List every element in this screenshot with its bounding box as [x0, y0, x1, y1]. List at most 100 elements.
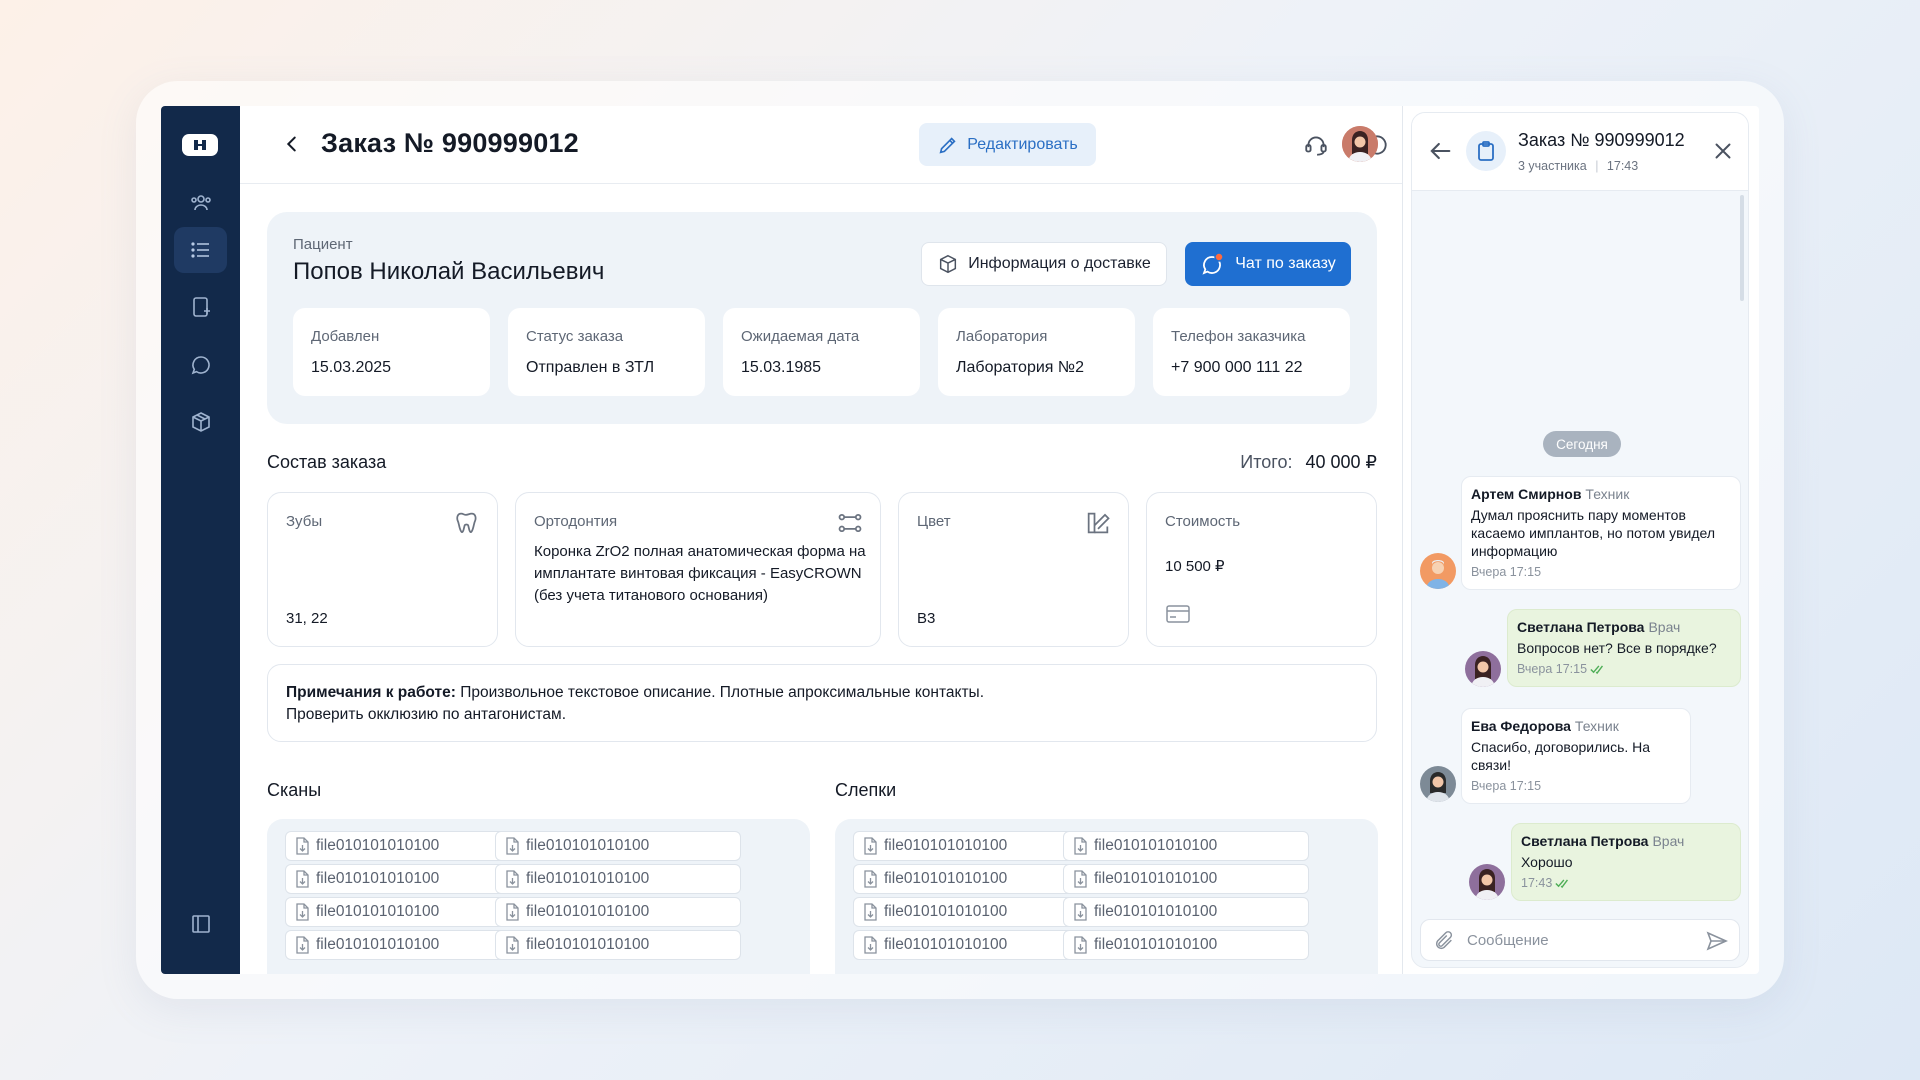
sidebar	[161, 106, 240, 974]
info-label: Ожидаемая дата	[741, 328, 860, 345]
avatar	[1420, 766, 1456, 802]
message-text: Спасибо, договорились. На связи!	[1471, 739, 1651, 773]
casts-files: file010101010100 file010101010100 file0101…	[835, 819, 1378, 974]
work-notes: Примечания к работе: Произвольное тексто…	[267, 664, 1377, 742]
file-item[interactable]: file010101010100	[495, 831, 741, 861]
color-value: B3	[917, 610, 936, 627]
nav-new-order-icon[interactable]	[174, 284, 227, 330]
teeth-value: 31, 22	[286, 610, 328, 627]
attachment-icon[interactable]	[1433, 930, 1455, 952]
message-composer: Сообщение	[1420, 919, 1740, 961]
order-total: Итого: 40 000 ₽	[1240, 452, 1377, 473]
chat-panel: Заказ № 990999012 3 участника | 17:43 Се…	[1411, 112, 1749, 968]
main-content: Заказ № 990999012 Редактировать Пациент …	[240, 106, 1402, 974]
collapse-sidebar-icon[interactable]	[174, 901, 227, 947]
message-role: Врач	[1648, 619, 1681, 635]
file-name: file010101010100	[316, 936, 440, 953]
file-name: file010101010100	[316, 903, 440, 920]
cost-card: Стоимость 10 500 ₽	[1146, 492, 1377, 647]
file-download-icon	[1074, 837, 1087, 855]
color-card: Цвет B3	[898, 492, 1129, 647]
file-download-icon	[296, 870, 309, 888]
user-avatar[interactable]	[1342, 126, 1378, 162]
file-download-icon	[1074, 903, 1087, 921]
message-input[interactable]: Сообщение	[1467, 932, 1549, 949]
info-label: Добавлен	[311, 328, 380, 345]
file-name: file010101010100	[884, 870, 1008, 887]
chat-scrollbar[interactable]	[1740, 195, 1744, 301]
info-added: Добавлен 15.03.2025	[293, 308, 490, 396]
pencil-icon	[939, 136, 956, 153]
order-chat-label: Чат по заказу	[1235, 255, 1336, 272]
ortho-label: Ортодонтия	[534, 513, 618, 530]
panel-divider	[1402, 106, 1403, 974]
file-item[interactable]: file010101010100	[495, 864, 741, 894]
casts-title: Слепки	[835, 780, 897, 800]
message-text: Думал прояснить пару моментов касаемо им…	[1471, 507, 1716, 559]
back-icon[interactable]	[278, 130, 306, 158]
double-check-icon	[1590, 664, 1604, 674]
file-item[interactable]: file010101010100	[1063, 897, 1309, 927]
edit-button-label: Редактировать	[967, 135, 1078, 153]
file-name: file010101010100	[316, 870, 440, 887]
file-download-icon	[864, 936, 877, 954]
file-download-icon	[296, 936, 309, 954]
file-download-icon	[506, 837, 519, 855]
clipboard-icon	[1466, 131, 1506, 171]
message-time: Вчера 17:15	[1471, 779, 1542, 793]
file-item[interactable]: file010101010100	[495, 930, 741, 960]
file-name: file010101010100	[526, 936, 650, 953]
message-text: Вопросов нет? Все в порядке?	[1517, 640, 1717, 656]
chat-time: 17:43	[1606, 159, 1639, 173]
nav-patients-icon[interactable]	[174, 180, 227, 226]
file-download-icon	[296, 903, 309, 921]
tooth-icon	[456, 512, 477, 533]
patient-card: Пациент Попов Николай Васильевич Информа…	[267, 212, 1377, 424]
double-check-icon	[1555, 878, 1569, 888]
info-label: Телефон заказчика	[1171, 328, 1306, 345]
file-name: file010101010100	[526, 903, 650, 920]
info-laboratory: Лаборатория Лаборатория №2	[938, 308, 1135, 396]
info-value: 15.03.2025	[311, 359, 392, 376]
message-time: Вчера 17:15	[1517, 662, 1588, 676]
nav-chat-icon[interactable]	[174, 342, 227, 388]
info-phone: Телефон заказчика +7 900 000 111 22	[1153, 308, 1350, 396]
info-value: Лаборатория №2	[956, 359, 1084, 376]
message-time: Вчера 17:15	[1471, 565, 1542, 579]
file-item[interactable]: file010101010100	[1063, 831, 1309, 861]
orthodontics-card: Ортодонтия Коронка ZrO2 полная анатомиче…	[515, 492, 881, 647]
nav-orders-icon[interactable]	[174, 227, 227, 273]
message-text: Хорошо	[1521, 854, 1573, 870]
chat-notification-icon	[1202, 252, 1225, 275]
chat-back-icon[interactable]	[1426, 137, 1454, 165]
info-label: Лаборатория	[956, 328, 1048, 345]
file-name: file010101010100	[884, 936, 1008, 953]
chat-header: Заказ № 990999012 3 участника | 17:43	[1412, 113, 1748, 191]
message-time: 17:43	[1521, 876, 1553, 890]
file-item[interactable]: file010101010100	[495, 897, 741, 927]
notes-text-line2: Проверить окклюзию по антагонистам.	[286, 706, 566, 723]
avatar	[1420, 553, 1456, 589]
info-expected-date: Ожидаемая дата 15.03.1985	[723, 308, 920, 396]
support-headset-icon[interactable]	[1301, 130, 1331, 160]
file-name: file010101010100	[526, 870, 650, 887]
file-item[interactable]: file010101010100	[1063, 930, 1309, 960]
file-download-icon	[1074, 870, 1087, 888]
delivery-info-button[interactable]: Информация о доставке	[921, 242, 1167, 286]
close-icon[interactable]	[1710, 138, 1736, 164]
chat-subtitle: 3 участника | 17:43	[1518, 159, 1639, 173]
edit-button[interactable]: Редактировать	[919, 123, 1096, 166]
cost-value: 10 500 ₽	[1165, 558, 1225, 575]
chat-message: Ева Федорова Техник Спасибо, договорились…	[1461, 708, 1691, 804]
info-value: Отправлен в ЗТЛ	[526, 359, 655, 376]
file-name: file010101010100	[1094, 837, 1218, 854]
scans-files: file010101010100 file010101010100 file0101…	[267, 819, 810, 974]
send-icon[interactable]	[1705, 929, 1729, 953]
message-role: Техник	[1574, 718, 1619, 734]
nav-delivery-icon[interactable]	[174, 399, 227, 445]
file-item[interactable]: file010101010100	[1063, 864, 1309, 894]
file-download-icon	[864, 903, 877, 921]
order-chat-button[interactable]: Чат по заказу	[1185, 242, 1351, 286]
settings-sliders-icon	[838, 513, 862, 533]
patient-name: Попов Николай Васильевич	[293, 258, 605, 285]
